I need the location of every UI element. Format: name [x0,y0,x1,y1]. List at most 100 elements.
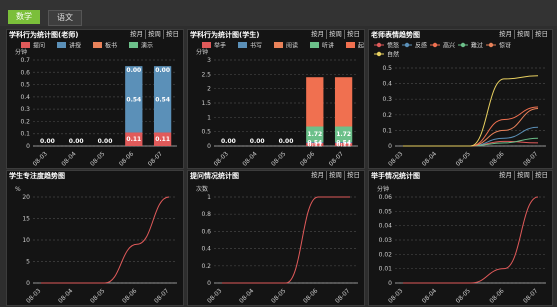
teacher-expression-panel: 老师表情趋势图 按月 按周 按日 愤怒 反感 高兴 難过 惊讶 自然 0 0.1 0.2 0.3 0… [368,29,553,169]
filter-day[interactable]: 按日 [344,30,362,39]
x-tick-label: 08-07 [522,150,539,167]
legend-swatch [310,42,319,48]
legend-swatch [93,42,102,48]
filter-day[interactable]: 按日 [344,171,362,180]
filter-week[interactable]: 按周 [326,30,344,39]
legend-swatch [346,42,355,48]
bar-value-label: 0.00 [250,138,265,145]
panel-title: 老师表情趋势图 [371,31,420,39]
bar-value-label: 0.00 [155,67,170,74]
bar-value-label: 0.00 [221,138,236,145]
y-tick-label: 0.5 [382,65,392,72]
y-tick-label: 15 [22,216,30,223]
y-tick-label: 0.05 [379,208,393,215]
panel-title: 学科行为统计图(老师) [9,31,79,39]
bar-value-label: 0.00 [98,138,113,145]
axis-unit: 分钟 [196,48,208,56]
x-tick-label: 08-03 [32,150,49,167]
filter-week[interactable]: 按周 [514,30,532,39]
x-tick-label: 08-07 [328,150,345,167]
filter-month[interactable]: 按月 [497,30,514,39]
axis-unit: 次数 [196,185,208,193]
filter-week[interactable]: 按周 [326,171,344,180]
panel-title: 学科行为统计图(学生) [190,31,260,39]
filter-month[interactable]: 按月 [309,171,326,180]
panel-title: 提问情况统计图 [190,172,239,180]
bar-value-label: 0.00 [126,67,141,74]
teacher-behavior-chart: 提问 讲授 板书 演示分钟 0 0.1 0.2 0.3 0.4 0.5 0.6 0.7 08-03 08-… [15,42,177,168]
period-filters: 按月 按周 按日 [309,171,362,180]
series-line [403,75,539,147]
legend-label: 提问 [33,42,45,50]
x-tick-label: 08-04 [241,150,258,167]
legend-label: 難过 [471,42,483,50]
filter-month[interactable]: 按月 [128,30,145,39]
x-tick-label: 08-06 [118,150,135,167]
y-tick-label: 0.06 [379,194,393,201]
y-tick-label: 0.02 [379,251,393,258]
y-tick-label: 0 [207,143,211,150]
student-behavior-panel: 学科行为统计图(学生) 按月 按周 按日 举手 书写 阅读 听讲 起立分钟 0 0.5 1 1.… [187,29,365,169]
question-stats-panel: 提问情况统计图 按月 按周 按日 次数 0 0.2 0.4 0.6 0.8 1 08-03 08… [187,170,365,306]
legend-swatch [432,42,438,48]
x-tick-label: 08-06 [488,150,505,167]
x-tick-label: 08-06 [121,287,138,304]
x-tick-label: 08-03 [25,287,42,304]
y-tick-label: 0 [207,280,211,287]
legend-swatch [488,42,494,48]
x-tick-label: 08-05 [270,150,287,167]
y-tick-label: 0.1 [20,131,30,138]
x-tick-label: 08-05 [89,150,106,167]
bar-value-label: 0.00 [40,138,55,145]
filter-week[interactable]: 按周 [145,30,163,39]
legend-label: 愤怒 [387,42,399,50]
period-filters: 按月 按周 按日 [309,30,362,39]
legend-label: 演示 [141,42,153,50]
y-tick-label: 1 [207,194,211,201]
y-tick-label: 0 [388,280,392,287]
bar-value-label: 0.00 [69,138,84,145]
y-tick-label: 0 [26,280,30,287]
legend-label: 板书 [105,42,117,50]
filter-day[interactable]: 按日 [532,171,550,180]
x-tick-label: 08-07 [522,287,539,304]
y-tick-label: 0.5 [20,82,30,89]
y-tick-label: 0.3 [20,106,30,113]
y-tick-label: 0.01 [379,266,393,273]
legend-swatch [376,42,382,48]
y-tick-label: 0.6 [20,69,30,76]
filter-day[interactable]: 按日 [163,30,181,39]
x-tick-label: 08-05 [455,150,472,167]
y-tick-label: 0.3 [382,96,392,103]
y-tick-label: 0.1 [382,127,392,134]
filter-week[interactable]: 按周 [514,171,532,180]
y-tick-label: 0 [388,143,392,150]
y-tick-label: 0.2 [382,112,392,119]
tab-math[interactable]: 数学 [8,10,40,24]
y-tick-label: 0.8 [201,211,211,218]
legend-swatch [238,42,247,48]
x-tick-label: 08-05 [455,287,472,304]
x-tick-label: 08-03 [387,150,404,167]
axis-unit: 分钟 [15,48,27,56]
bar-value-label: 0.54 [126,96,141,103]
y-tick-label: 0 [26,143,30,150]
legend-label: 书写 [250,42,262,50]
subject-tab-bar: 数学 语文 [0,0,557,26]
tab-chinese[interactable]: 语文 [48,10,82,26]
bar-segment [334,77,353,127]
legend-label: 惊讶 [499,42,511,50]
y-tick-label: 0.4 [382,81,392,88]
y-tick-label: 0.04 [379,223,393,230]
bar-value-label: 0.54 [307,139,322,146]
y-tick-label: 5 [26,259,30,266]
axis-unit: % [15,186,21,193]
y-tick-label: 0.6 [201,228,211,235]
x-tick-label: 08-06 [488,287,505,304]
x-tick-label: 08-03 [206,287,223,304]
filter-month[interactable]: 按月 [497,171,514,180]
x-tick-label: 08-04 [238,287,255,304]
y-tick-label: 1.5 [201,100,211,107]
filter-day[interactable]: 按日 [532,30,550,39]
filter-month[interactable]: 按月 [309,30,326,39]
